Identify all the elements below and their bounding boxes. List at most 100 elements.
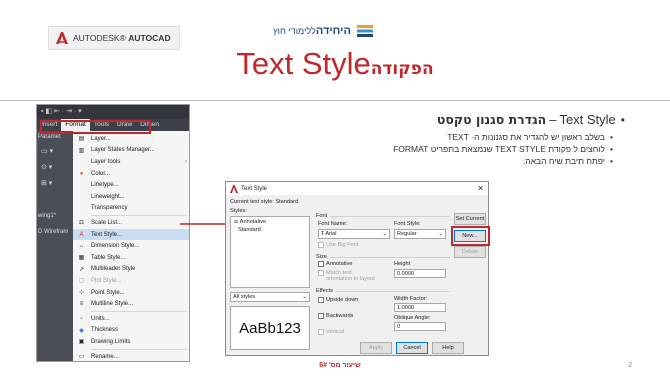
format-menu-item[interactable]: ↗ Multileader Style: [73, 264, 189, 276]
oblique-angle-value: 0: [397, 323, 401, 330]
bullet-list: • Text Style – הגדרת סגנון טקסט • בשלב רא…: [303, 112, 625, 167]
match-orientation-checkbox[interactable]: Match text orientation to layout: [318, 270, 378, 282]
close-icon[interactable]: ✕: [477, 184, 484, 193]
autocad-a-icon: [56, 32, 68, 44]
menu-item-label: Text Style...: [91, 231, 123, 238]
height-label: Height: [394, 261, 411, 267]
new-button-highlight-frame: [451, 226, 490, 246]
menu-item-label: Multileader Style: [91, 266, 136, 273]
chevron-right-icon: ›: [185, 158, 187, 165]
vertical-checkbox[interactable]: Vertical: [318, 329, 344, 335]
plot-style-icon: ▢: [78, 278, 85, 285]
unit-logo-subtitle: ללימודי חוץ: [273, 26, 316, 36]
panel-tool-icon: ⊞ ▾: [41, 180, 53, 187]
style-list-item[interactable]: ⚖ Annotative: [234, 219, 266, 225]
width-factor-input[interactable]: 1.0000: [394, 303, 446, 312]
font-name-value: Arial: [325, 231, 337, 237]
truetype-icon: Ŧ: [321, 231, 325, 237]
slide: AUTODESK® AUTOCAD היחידה ללימודי חוץ Tex…: [0, 0, 670, 382]
thickness-icon: ◆: [79, 327, 84, 334]
text-style-a-icon: [230, 184, 238, 193]
scale-list-icon: ⚖: [78, 220, 85, 227]
font-style-value: Regular: [397, 231, 417, 237]
menu-item-label: Rename...: [91, 353, 119, 360]
format-menu-item[interactable]: ◆ Thickness: [73, 325, 189, 337]
oblique-angle-label: Oblique Angle:: [394, 315, 431, 321]
upside-down-label: Upside down: [326, 297, 359, 303]
format-menu-item[interactable]: ▥ Layer States Manager...: [73, 145, 189, 157]
format-menu-screenshot: ▪ ◧ ⇤ · ⇥ · ▾ Insert Format Tools Draw D…: [36, 104, 190, 362]
format-menu-item[interactable]: A Text Style...: [73, 228, 189, 241]
width-factor-value: 1.0000: [397, 304, 415, 311]
format-menu-item[interactable]: ● Color...: [73, 168, 189, 180]
units-icon: ▫: [80, 315, 83, 322]
format-menu-item[interactable]: Layer tools ›: [73, 156, 189, 168]
preview-text: AaBb123: [239, 319, 301, 337]
backwards-checkbox[interactable]: Backwards: [318, 313, 353, 319]
main-bullet-dash: –: [549, 112, 557, 127]
cancel-button[interactable]: Cancel: [396, 342, 428, 354]
font-name-dropdown[interactable]: Ŧ Arial ⌄: [318, 229, 390, 239]
parametric-tab-label: Paramet: [38, 134, 61, 140]
size-group-label: Size: [316, 254, 327, 260]
oblique-angle-input[interactable]: 0: [394, 322, 446, 331]
format-menu-dropdown: ▤ Layer... ▥ Layer States Manager... Layer t…: [73, 131, 189, 361]
unit-logo-icon: [356, 25, 373, 37]
font-style-label: Font Style:: [394, 221, 421, 227]
lesson-number: שיעור מס' 6#: [319, 362, 361, 369]
layer-states-icon: ▥: [78, 147, 85, 154]
set-current-button[interactable]: Set Current: [454, 213, 486, 225]
format-menu-item[interactable]: ⚖ Scale List...: [73, 217, 189, 229]
slide-number: 2: [628, 362, 632, 369]
width-factor-label: Width Factor:: [394, 296, 428, 302]
format-menu-item[interactable]: ⊹ Point Style...: [73, 287, 189, 299]
group-divider: [330, 216, 450, 217]
style-list-item[interactable]: Standard: [238, 227, 261, 233]
multileader-style-icon: ↗: [78, 266, 85, 273]
format-menu-item[interactable]: ▣ Drawing Limits: [73, 336, 189, 348]
visual-style-label: D Wirefram: [38, 229, 69, 235]
format-menu-item[interactable]: ▫ Units...: [73, 313, 189, 325]
point-style-icon: ⊹: [78, 290, 85, 297]
quick-access-toolbar: ▪ ◧ ⇤ · ⇥ · ▾: [37, 105, 189, 119]
menu-item-label: Table Style...: [91, 254, 126, 261]
upside-down-checkbox[interactable]: Upside down: [318, 297, 358, 303]
styles-list[interactable]: ⚖ Annotative Standard: [230, 216, 310, 288]
main-bullet-hebrew: הגדרת סגנון טקסט: [436, 112, 547, 127]
styles-filter-dropdown[interactable]: All styles ⌄: [230, 292, 310, 302]
font-name-label: Font Name:: [318, 221, 348, 227]
backwards-label: Backwards: [326, 313, 354, 319]
layer-icon: ▤: [78, 136, 85, 143]
menu-icon-spacer: [77, 204, 86, 212]
color-icon: ●: [79, 170, 84, 177]
font-style-dropdown[interactable]: Regular ⌄: [394, 229, 446, 239]
checkbox-box: [318, 329, 324, 335]
format-menu-item[interactable]: ▭ Rename...: [73, 351, 189, 361]
format-menu-item[interactable]: Linetype...: [73, 179, 189, 191]
help-button[interactable]: Help: [432, 342, 464, 354]
format-menu-item[interactable]: Transparency: [73, 203, 189, 215]
menu-item-label: Linetype...: [91, 182, 119, 189]
menu-item-label: Thickness: [91, 327, 119, 334]
format-menu-item[interactable]: Lineweight...: [73, 191, 189, 203]
format-menu-item[interactable]: ▢ Plot Style...: [73, 275, 189, 287]
menu-separator: [91, 215, 187, 217]
dialog-title: Text Style: [241, 185, 268, 192]
vertical-label: Vertical: [326, 329, 345, 335]
delete-button[interactable]: Delete: [454, 246, 486, 258]
menu-item-label: Point Style...: [91, 289, 125, 296]
format-menu-item[interactable]: ↔ Dimension Style...: [73, 240, 189, 252]
apply-button[interactable]: Apply: [360, 342, 392, 354]
dialog-titlebar[interactable]: Text Style ✕: [226, 182, 488, 195]
height-input[interactable]: 0.0000: [394, 269, 446, 278]
sub-bullet: • יפתח תיבת שיח הבאה:: [522, 156, 613, 166]
text-style-dialog: Text Style ✕ Current text style: Standar…: [225, 181, 489, 356]
slide-title-english: Text Style: [236, 46, 371, 81]
annotative-checkbox[interactable]: Annotative: [318, 261, 352, 267]
menu-item-label: Drawing Limits: [91, 338, 131, 345]
format-menu-item[interactable]: ▤ Layer...: [73, 133, 189, 145]
use-big-font-checkbox[interactable]: Use Big Font: [318, 242, 358, 248]
panel-tool-icon: ⊙ ▾: [41, 164, 53, 171]
format-menu-item[interactable]: ▦ Table Style...: [73, 252, 189, 264]
format-menu-item[interactable]: ≡ Multiline Style...: [73, 298, 189, 310]
